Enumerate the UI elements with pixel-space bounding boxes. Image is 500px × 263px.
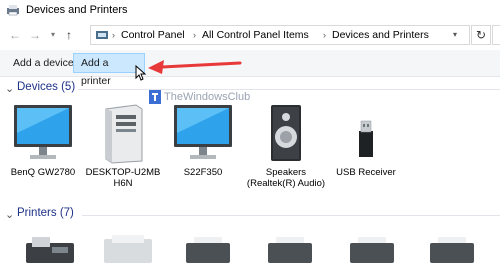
fax-printer-icon[interactable]: [22, 233, 78, 263]
back-arrow-icon[interactable]: ←: [8, 28, 22, 42]
monitor-icon: [174, 105, 232, 159]
device-label: Speakers (Realtek(R) Audio): [246, 167, 326, 189]
address-dropdown-chevron-icon[interactable]: ▾: [453, 26, 457, 44]
printers-group-header[interactable]: ⌄ Printers (7): [0, 206, 500, 224]
device-s22f350-monitor[interactable]: S22F350: [163, 103, 243, 178]
breadcrumb-separator-icon[interactable]: ›: [112, 26, 115, 44]
device-benq-monitor[interactable]: BenQ GW2780: [3, 103, 83, 178]
device-label: BenQ GW2780: [10, 167, 76, 178]
address-row: ← → ▾ ↑ › Control Panel › All Control Pa…: [0, 23, 500, 49]
annotation-arrow-icon: [148, 60, 242, 74]
recent-locations-chevron-icon[interactable]: ▾: [46, 28, 60, 42]
breadcrumb-separator-icon[interactable]: ›: [323, 26, 326, 44]
device-desktop-computer[interactable]: DESKTOP-U2MB H6N: [83, 103, 163, 189]
breadcrumb-devices-printers[interactable]: Devices and Printers: [332, 26, 429, 44]
device-label: DESKTOP-U2MB H6N: [85, 167, 161, 189]
command-bar: Add a device Add a printer: [0, 50, 500, 87]
devices-printers-icon: [7, 5, 19, 16]
refresh-button[interactable]: ↻: [471, 25, 491, 45]
speaker-icon: [271, 105, 301, 161]
window-title: Devices and Printers: [26, 4, 128, 16]
title-bar: Devices and Printers: [0, 0, 500, 22]
printer-icon[interactable]: [424, 233, 480, 263]
devices-group-title: Devices (5): [17, 81, 76, 93]
watermark-text: TheWindowsClub: [164, 91, 251, 103]
device-usb-receiver[interactable]: USB Receiver: [326, 103, 406, 178]
breadcrumb-control-panel[interactable]: Control Panel: [121, 26, 185, 44]
printer-icon[interactable]: [100, 233, 156, 263]
up-arrow-icon[interactable]: ↑: [62, 28, 76, 42]
address-bar[interactable]: › Control Panel › All Control Panel Item…: [90, 25, 470, 45]
refresh-icon: ↻: [475, 28, 487, 42]
breadcrumb-separator-icon[interactable]: ›: [193, 26, 196, 44]
mouse-cursor-icon: [135, 65, 147, 81]
forward-arrow-icon[interactable]: →: [28, 28, 42, 42]
watermark-logo-icon: [149, 90, 161, 104]
computer-tower-icon: [105, 104, 143, 164]
control-panel-icon: [96, 31, 108, 39]
collapse-chevron-icon[interactable]: ⌄: [5, 83, 14, 95]
printer-icon[interactable]: [262, 233, 318, 263]
device-label: S22F350: [183, 167, 223, 178]
printer-icon[interactable]: [344, 233, 400, 263]
add-device-button[interactable]: Add a device: [6, 53, 81, 73]
search-input[interactable]: [492, 25, 500, 45]
collapse-chevron-icon[interactable]: ⌄: [5, 209, 14, 221]
group-divider: [82, 215, 500, 216]
breadcrumb-all-items[interactable]: All Control Panel Items: [202, 26, 309, 44]
printer-icon[interactable]: [180, 233, 236, 263]
monitor-icon: [14, 105, 72, 159]
device-speakers[interactable]: Speakers (Realtek(R) Audio): [246, 103, 326, 189]
printers-group-title: Printers (7): [17, 207, 74, 219]
usb-receiver-icon: [359, 120, 373, 157]
group-divider: [78, 89, 500, 90]
device-label: USB Receiver: [336, 167, 396, 178]
